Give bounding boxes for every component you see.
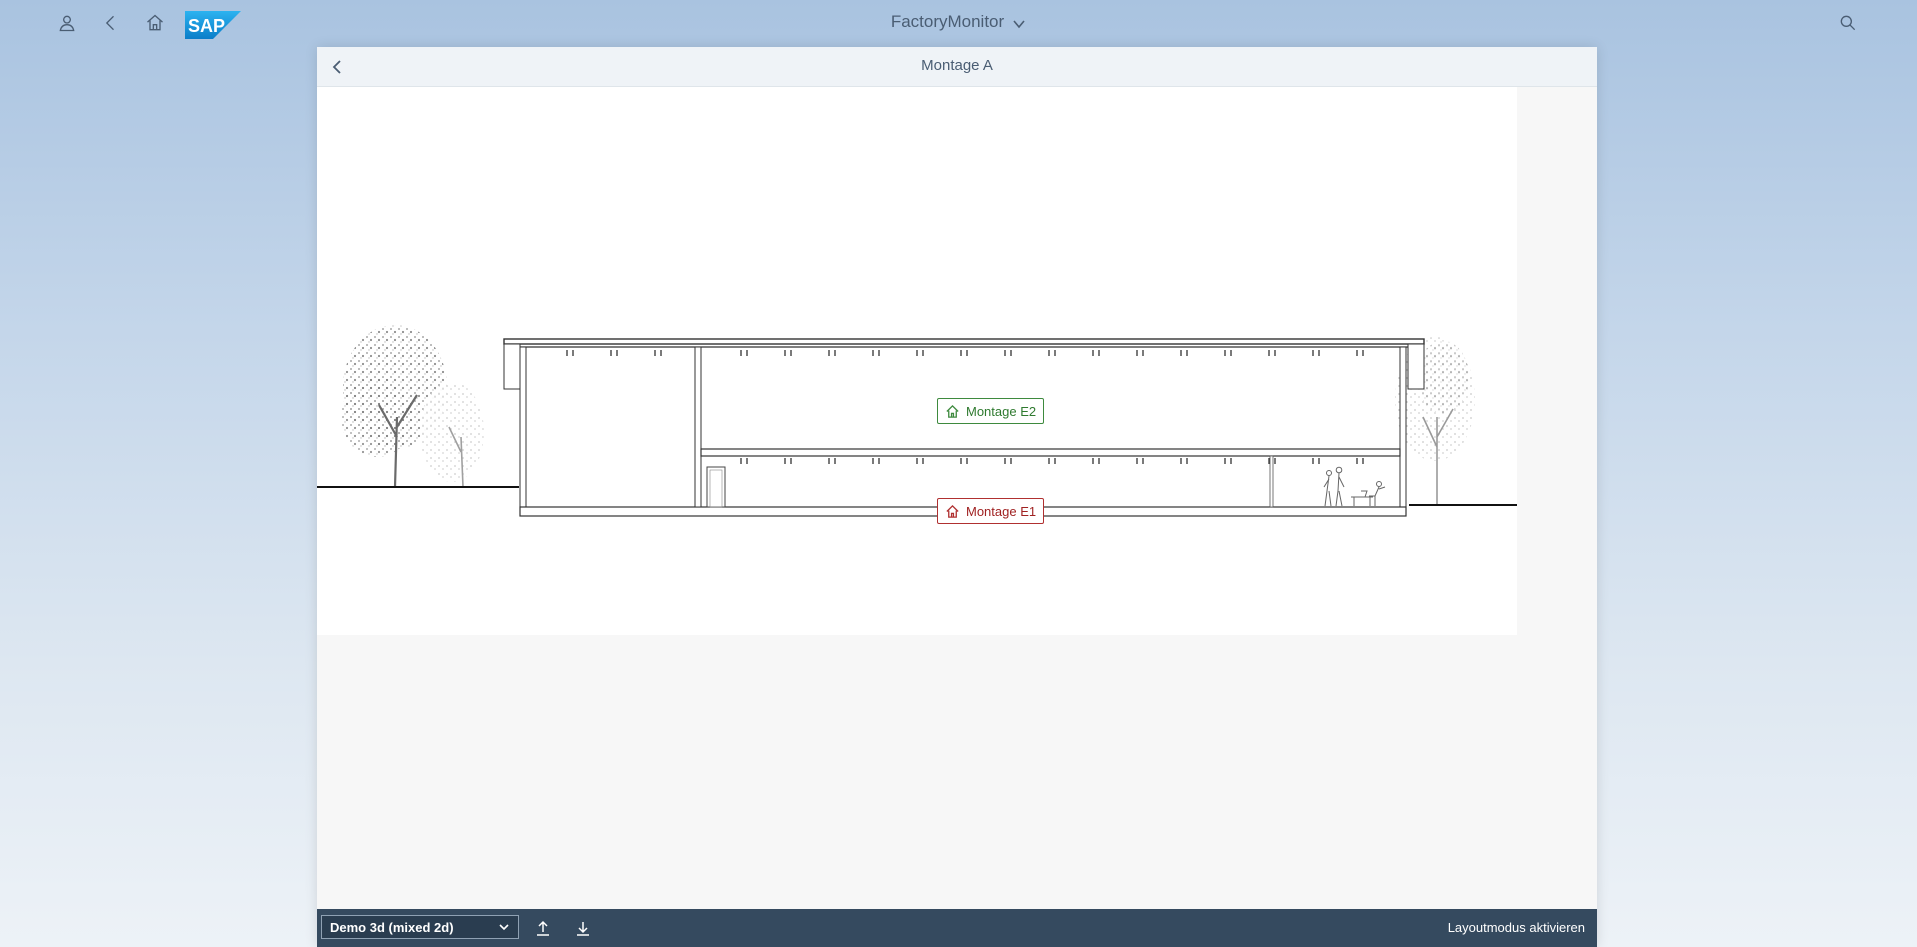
download-icon[interactable] (573, 918, 593, 938)
footer-toolbar: Demo 3d (mixed 2d) Layoutmodus aktiviere… (317, 909, 1597, 947)
sap-logo[interactable]: SAP (185, 11, 241, 39)
floor-tag-label: Montage E1 (966, 503, 1037, 519)
app-title-menu[interactable]: FactoryMonitor (891, 12, 1026, 32)
floor-tag-montage-e2[interactable]: Montage E2 (937, 398, 1045, 424)
people-illustration (1323, 466, 1386, 507)
home-icon (946, 504, 959, 518)
view-select[interactable]: Demo 3d (mixed 2d) (321, 915, 519, 939)
app-title: FactoryMonitor (890, 12, 1005, 31)
floor-tag-montage-e1[interactable]: Montage E1 (937, 498, 1045, 524)
shell-bar: SAP FactoryMonitor (0, 0, 1917, 46)
ceiling-lights-upper (566, 350, 1364, 356)
view-select-value: Demo 3d (mixed 2d) (330, 919, 454, 935)
building-section-canvas: Montage E2 Montage E1 (317, 87, 1517, 635)
back-icon[interactable] (99, 11, 123, 35)
chevron-down-icon (498, 921, 510, 933)
home-icon[interactable] (143, 11, 167, 35)
page-title: Montage A (921, 57, 993, 74)
building-section-drawing (317, 325, 1517, 517)
chevron-down-icon (1013, 20, 1025, 29)
user-icon[interactable] (55, 11, 79, 35)
upload-icon[interactable] (533, 918, 553, 938)
tree-right-illustration (1395, 337, 1475, 505)
svg-text:SAP: SAP (188, 16, 225, 36)
page-header: Montage A (317, 47, 1597, 87)
app-title-area: FactoryMonitor (0, 12, 1917, 32)
home-icon (946, 404, 959, 418)
search-icon[interactable] (1836, 11, 1860, 35)
app-container: Montage A Montage E2 Montage E1 Demo 3d … (317, 47, 1597, 947)
tree-left-illustration (341, 325, 484, 488)
floor-tag-label: Montage E2 (966, 403, 1037, 419)
layout-mode-button[interactable]: Layoutmodus aktivieren (1448, 920, 1585, 935)
